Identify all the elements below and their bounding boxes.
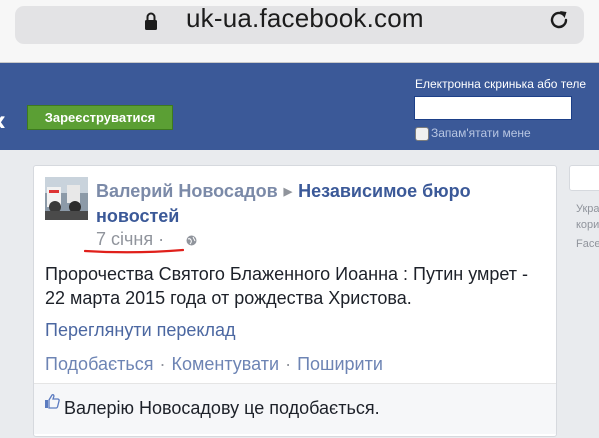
signup-button[interactable]: Зареєструватися <box>27 105 173 130</box>
arrow-right-icon: ▶ <box>283 186 293 198</box>
post-actions: Подобається · Коментувати · Поширити <box>45 354 383 375</box>
sidebar-text: кори <box>576 219 599 231</box>
email-field-label: Електронна скринька або теле <box>415 77 587 91</box>
post-header: Валерий Новосадов ▶ Независимое бюро новос… <box>96 179 496 228</box>
sidebar-box[interactable] <box>569 165 599 191</box>
thumbs-up-icon <box>45 394 60 409</box>
comment-link[interactable]: Коментувати <box>172 354 280 374</box>
email-field[interactable] <box>414 96 572 120</box>
separator: · <box>285 354 292 374</box>
remember-me-label: Запам'ятати мене <box>431 126 531 140</box>
separator: · <box>159 354 166 374</box>
remember-me-checkbox[interactable] <box>415 127 429 141</box>
url-text[interactable]: uk-ua.facebook.com <box>186 3 424 34</box>
share-link[interactable]: Поширити <box>297 354 383 374</box>
sidebar-text: Face <box>576 238 599 250</box>
author-name[interactable]: Валерий Новосадов <box>96 181 278 201</box>
globe-icon <box>186 235 197 246</box>
like-link[interactable]: Подобається <box>45 354 154 374</box>
sidebar-text: Укра <box>576 203 599 215</box>
chevron-left-icon[interactable]: ‹ <box>0 104 6 138</box>
post-text: Пророчества Святого Блаженного Иоанна : … <box>45 264 529 308</box>
reload-icon[interactable] <box>547 8 571 32</box>
red-underline-annotation <box>84 248 184 254</box>
post-timestamp[interactable]: 7 січня · <box>96 229 164 250</box>
lock-icon <box>145 12 157 30</box>
likes-summary[interactable]: Валерію Новосадову це подобається. <box>64 398 380 419</box>
avatar[interactable] <box>45 177 88 220</box>
see-translation-link[interactable]: Переглянути переклад <box>45 320 236 341</box>
